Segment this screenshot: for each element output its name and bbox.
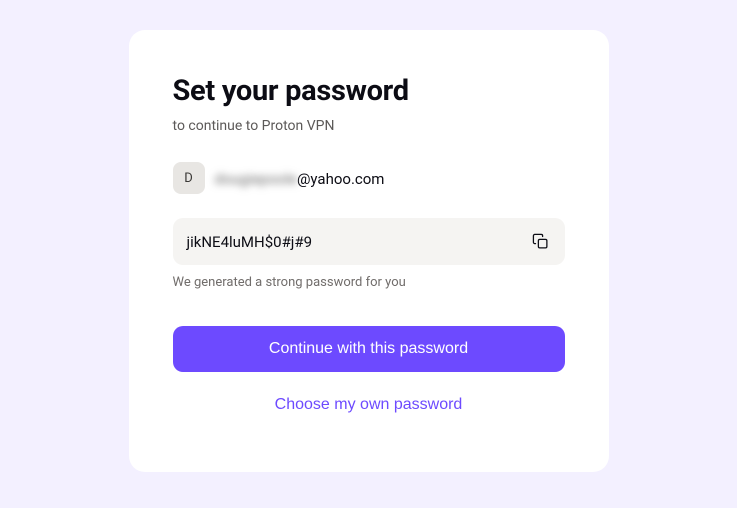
- avatar: D: [173, 162, 205, 194]
- password-card: Set your password to continue to Proton …: [129, 30, 609, 472]
- email-domain-part: @yahoo.com: [297, 170, 385, 188]
- copy-icon: [532, 233, 549, 250]
- page-title: Set your password: [173, 74, 565, 108]
- page-subtitle: to continue to Proton VPN: [173, 118, 565, 134]
- account-row: D dougiepoole@yahoo.com: [173, 162, 565, 194]
- email-local-part: dougiepoole: [215, 170, 297, 188]
- copy-password-button[interactable]: [530, 231, 551, 252]
- generated-password: jikNE4luMH$0#j#9: [187, 233, 313, 251]
- choose-own-password-button[interactable]: Choose my own password: [173, 386, 565, 424]
- password-field[interactable]: jikNE4luMH$0#j#9: [173, 218, 565, 265]
- password-hint: We generated a strong password for you: [173, 275, 565, 290]
- continue-button[interactable]: Continue with this password: [173, 326, 565, 372]
- account-email: dougiepoole@yahoo.com: [215, 169, 385, 188]
